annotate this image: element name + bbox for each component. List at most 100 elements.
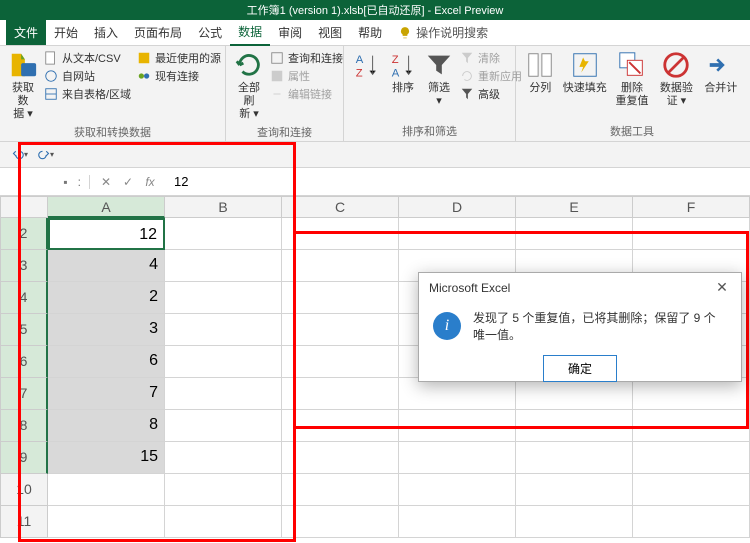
cell[interactable] (516, 442, 633, 474)
filter-button[interactable]: 筛选 ▾ (424, 50, 454, 108)
enter-icon[interactable]: ✓ (120, 175, 136, 189)
cell[interactable] (282, 474, 399, 506)
cell[interactable]: 4 (48, 250, 165, 282)
existing-conn-button[interactable]: 现有连接 (137, 68, 221, 84)
clear-filter-button[interactable]: 清除 (460, 50, 522, 66)
cell[interactable] (282, 410, 399, 442)
cell[interactable] (633, 410, 750, 442)
row-header[interactable]: 3 (0, 250, 48, 282)
tab-data[interactable]: 数据 (230, 19, 270, 46)
reapply-button[interactable]: 重新应用 (460, 68, 522, 84)
data-validation-button[interactable]: 数据验 证 ▾ (657, 50, 695, 108)
col-header-D[interactable]: D (399, 196, 516, 218)
recent-sources-button[interactable]: 最近使用的源 (137, 50, 221, 66)
tab-review[interactable]: 审阅 (270, 20, 310, 45)
cell[interactable] (165, 314, 282, 346)
cell[interactable] (399, 506, 516, 538)
close-icon[interactable]: ✕ (713, 279, 731, 297)
ok-button[interactable]: 确定 (543, 355, 617, 382)
col-header-B[interactable]: B (165, 196, 282, 218)
cell[interactable] (633, 474, 750, 506)
cell[interactable] (399, 442, 516, 474)
cell[interactable]: 2 (48, 282, 165, 314)
cell[interactable] (516, 474, 633, 506)
cell[interactable]: 15 (48, 442, 165, 474)
cell[interactable] (516, 218, 633, 250)
cell[interactable] (516, 410, 633, 442)
cell[interactable] (165, 506, 282, 538)
cell[interactable] (165, 282, 282, 314)
properties-button[interactable]: 属性 (270, 68, 343, 84)
tab-help[interactable]: 帮助 (350, 20, 390, 45)
sort-za-button[interactable]: ZA 排序 (388, 50, 418, 95)
cell[interactable] (282, 506, 399, 538)
cell[interactable] (399, 410, 516, 442)
refresh-all-button[interactable]: 全部刷 新 ▾ (234, 50, 264, 122)
select-all-corner[interactable] (0, 196, 48, 218)
row-header[interactable]: 9 (0, 442, 48, 474)
tell-me-search[interactable]: 操作说明搜索 (398, 24, 488, 41)
cell[interactable] (633, 506, 750, 538)
cell[interactable] (282, 314, 399, 346)
consolidate-button[interactable]: 合并计 (702, 50, 740, 95)
get-data-button[interactable]: 获取数 据 ▾ (8, 50, 38, 122)
undo-button[interactable]: ▾ (12, 147, 28, 163)
cell[interactable]: 3 (48, 314, 165, 346)
row-header[interactable]: 7 (0, 378, 48, 410)
cell[interactable] (165, 218, 282, 250)
row-header[interactable]: 6 (0, 346, 48, 378)
flash-fill-button[interactable]: 快速填充 (563, 50, 607, 95)
redo-button[interactable]: ▾ (38, 147, 54, 163)
cell[interactable] (633, 218, 750, 250)
tab-file[interactable]: 文件 (6, 20, 46, 45)
tab-home[interactable]: 开始 (46, 20, 86, 45)
from-table-button[interactable]: 来自表格/区域 (44, 86, 131, 102)
remove-duplicates-button[interactable]: 删除 重复值 (613, 50, 651, 108)
tab-view[interactable]: 视图 (310, 20, 350, 45)
from-web-button[interactable]: 自网站 (44, 68, 131, 84)
cell[interactable]: 12 (48, 218, 165, 250)
advanced-filter-button[interactable]: 高级 (460, 86, 522, 102)
queries-button[interactable]: 查询和连接 (270, 50, 343, 66)
cell[interactable] (633, 442, 750, 474)
col-header-F[interactable]: F (633, 196, 750, 218)
row-header[interactable]: 10 (0, 474, 48, 506)
cell[interactable] (516, 506, 633, 538)
cell[interactable] (282, 282, 399, 314)
formula-input[interactable]: 12 (166, 174, 750, 189)
cell[interactable] (282, 250, 399, 282)
cell[interactable] (165, 410, 282, 442)
row-header[interactable]: 2 (0, 218, 48, 250)
cell[interactable] (165, 442, 282, 474)
name-box[interactable]: ▪ : (0, 175, 90, 189)
row-header[interactable]: 4 (0, 282, 48, 314)
cell[interactable] (165, 346, 282, 378)
col-header-C[interactable]: C (282, 196, 399, 218)
cancel-icon[interactable]: ✕ (98, 175, 114, 189)
cell[interactable]: 7 (48, 378, 165, 410)
cell[interactable] (399, 218, 516, 250)
cell[interactable] (282, 346, 399, 378)
tab-formula[interactable]: 公式 (190, 20, 230, 45)
text-to-columns-button[interactable]: 分列 (524, 50, 557, 95)
cell[interactable] (48, 506, 165, 538)
col-header-E[interactable]: E (516, 196, 633, 218)
cell[interactable]: 8 (48, 410, 165, 442)
fx-icon[interactable]: fx (142, 175, 158, 189)
cell[interactable]: 6 (48, 346, 165, 378)
cell[interactable] (165, 474, 282, 506)
cell[interactable] (165, 378, 282, 410)
cell[interactable] (282, 378, 399, 410)
col-header-A[interactable]: A (48, 196, 165, 218)
cell[interactable] (165, 250, 282, 282)
edit-links-button[interactable]: 编辑链接 (270, 86, 343, 102)
cell[interactable] (399, 474, 516, 506)
row-header[interactable]: 5 (0, 314, 48, 346)
tab-layout[interactable]: 页面布局 (126, 20, 190, 45)
tab-insert[interactable]: 插入 (86, 20, 126, 45)
cell[interactable] (282, 442, 399, 474)
sort-az-button[interactable]: AZ (352, 50, 382, 82)
cell[interactable] (48, 474, 165, 506)
row-header[interactable]: 11 (0, 506, 48, 538)
cell[interactable] (282, 218, 399, 250)
